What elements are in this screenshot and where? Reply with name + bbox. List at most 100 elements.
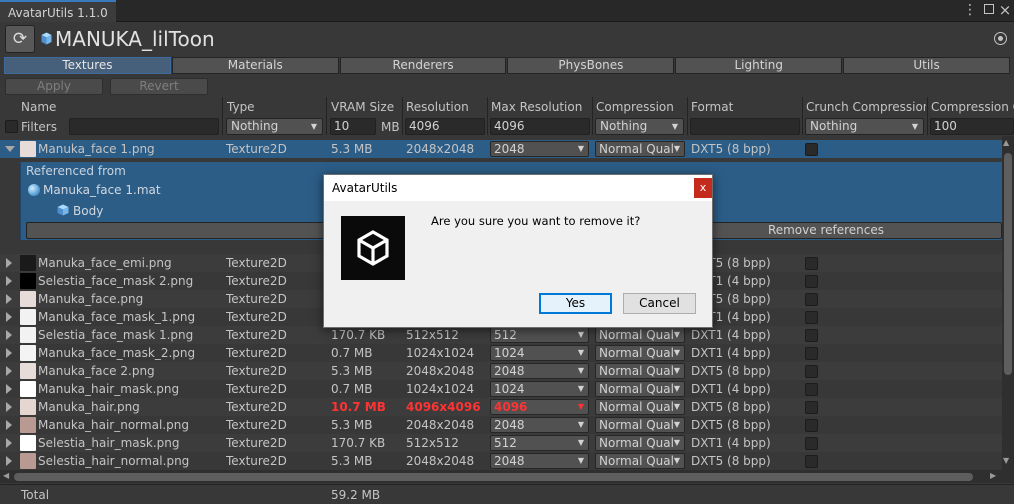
scroll-left-icon[interactable]: ◀ bbox=[3, 471, 9, 480]
table-row[interactable]: Manuka_hair_mask.png Texture2D 0.7 MB 1024x… bbox=[0, 380, 1002, 398]
column-header-crunch[interactable]: Crunch Compression bbox=[806, 99, 926, 115]
row-compression-dropdown[interactable]: Normal Qual ▼ bbox=[595, 141, 685, 157]
column-divider[interactable] bbox=[326, 97, 327, 135]
row-max-resolution-dropdown[interactable]: 2048 ▼ bbox=[490, 453, 589, 469]
row-max-resolution-dropdown[interactable]: 2048 ▼ bbox=[490, 417, 589, 433]
filter-vram-input[interactable]: 10 bbox=[330, 118, 376, 135]
filter-crunch-dropdown[interactable]: Nothing ▼ bbox=[805, 118, 924, 135]
row-compression-dropdown[interactable]: Normal Qual ▼ bbox=[595, 399, 685, 415]
horizontal-scroll-thumb[interactable] bbox=[14, 473, 973, 481]
row-crunch-checkbox[interactable] bbox=[805, 347, 818, 360]
maximize-icon[interactable] bbox=[984, 4, 994, 14]
row-max-resolution-dropdown[interactable]: 2048 ▼ bbox=[490, 141, 589, 157]
row-compression-dropdown[interactable]: Normal Qual ▼ bbox=[595, 327, 685, 343]
table-row[interactable]: Selestia_face_mask 1.png Texture2D 170.7 K… bbox=[0, 326, 1002, 344]
scroll-down-icon[interactable]: ▼ bbox=[1003, 456, 1009, 465]
expand-arrow-icon[interactable] bbox=[6, 366, 12, 376]
collapse-arrow-icon[interactable] bbox=[5, 146, 15, 152]
filter-compression-dropdown[interactable]: Nothing ▼ bbox=[595, 118, 684, 135]
table-row-selected[interactable]: Manuka_face 1.png Texture2D 5.3 MB 2048x… bbox=[0, 140, 1002, 158]
column-header-compression-quality[interactable]: Compression Q bbox=[931, 99, 1014, 115]
tab-utils[interactable]: Utils bbox=[843, 57, 1010, 74]
revert-button[interactable]: Revert bbox=[110, 78, 208, 95]
tab-lighting[interactable]: Lighting bbox=[675, 57, 843, 74]
expand-arrow-icon[interactable] bbox=[6, 438, 12, 448]
column-header-type[interactable]: Type bbox=[227, 99, 325, 115]
row-crunch-checkbox[interactable] bbox=[805, 419, 818, 432]
row-crunch-checkbox[interactable] bbox=[805, 329, 818, 342]
table-row[interactable]: Manuka_hair_normal.png Texture2D 5.3 MB 204… bbox=[0, 416, 1002, 434]
refresh-button[interactable]: ⟳ bbox=[5, 25, 35, 53]
dialog-close-icon[interactable]: x bbox=[694, 178, 712, 198]
row-compression-dropdown[interactable]: Normal Qual ▼ bbox=[595, 345, 685, 361]
column-divider[interactable] bbox=[687, 97, 688, 135]
row-compression-dropdown[interactable]: Normal Qual ▼ bbox=[595, 453, 685, 469]
table-row[interactable]: Selestia_hair_normal.png Texture2D 5.3 MB 2… bbox=[0, 452, 1002, 470]
filter-format-input[interactable] bbox=[690, 118, 800, 135]
row-compression-dropdown[interactable]: Normal Qual ▼ bbox=[595, 381, 685, 397]
tab-renderers[interactable]: Renderers bbox=[339, 57, 507, 74]
expand-arrow-icon[interactable] bbox=[6, 258, 12, 268]
row-max-resolution-dropdown[interactable]: 4096 ▼ bbox=[490, 399, 589, 415]
column-divider[interactable] bbox=[222, 97, 223, 135]
column-header-resolution[interactable]: Resolution bbox=[406, 99, 486, 115]
scroll-up-icon[interactable]: ▲ bbox=[1003, 138, 1009, 147]
row-max-resolution-dropdown[interactable]: 1024 ▼ bbox=[490, 345, 589, 361]
expand-arrow-icon[interactable] bbox=[6, 348, 12, 358]
column-divider[interactable] bbox=[927, 97, 928, 135]
filter-name-input[interactable] bbox=[69, 118, 219, 135]
tab-materials[interactable]: Materials bbox=[171, 57, 339, 74]
expand-arrow-icon[interactable] bbox=[6, 294, 12, 304]
row-crunch-checkbox[interactable] bbox=[805, 275, 818, 288]
window-tab[interactable]: AvatarUtils 1.1.0 bbox=[0, 0, 116, 22]
table-row[interactable]: Manuka_face_mask_2.png Texture2D 0.7 MB 102… bbox=[0, 344, 1002, 362]
tab-physbones[interactable]: PhysBones bbox=[507, 57, 675, 74]
select-all-checkbox[interactable] bbox=[5, 120, 18, 133]
filter-quality-input[interactable]: 100 bbox=[930, 118, 1014, 135]
expand-arrow-icon[interactable] bbox=[6, 456, 12, 466]
column-header-name[interactable]: Name bbox=[21, 99, 219, 115]
row-compression-dropdown[interactable]: Normal Qual ▼ bbox=[595, 363, 685, 379]
row-compression-dropdown[interactable]: Normal Qual ▼ bbox=[595, 435, 685, 451]
column-header-vram[interactable]: VRAM Size bbox=[331, 99, 401, 115]
table-row[interactable]: Manuka_hair.png Texture2D 10.7 MB 4096x4096… bbox=[0, 398, 1002, 416]
row-crunch-checkbox[interactable] bbox=[805, 311, 818, 324]
yes-button[interactable]: Yes bbox=[539, 293, 612, 314]
column-divider[interactable] bbox=[802, 97, 803, 135]
table-row[interactable]: Manuka_face 2.png Texture2D 5.3 MB 2048x204… bbox=[0, 362, 1002, 380]
row-compression-dropdown[interactable]: Normal Qual ▼ bbox=[595, 417, 685, 433]
row-max-resolution-dropdown[interactable]: 512 ▼ bbox=[490, 327, 589, 343]
apply-button[interactable]: Apply bbox=[5, 78, 103, 95]
row-crunch-checkbox[interactable] bbox=[805, 455, 818, 468]
vertical-scroll-thumb[interactable] bbox=[1004, 153, 1012, 375]
row-crunch-checkbox[interactable] bbox=[805, 293, 818, 306]
more-options-icon[interactable]: ⋮ bbox=[963, 1, 977, 19]
table-row[interactable]: Selestia_hair_mask.png Texture2D 170.7 KB 5… bbox=[0, 434, 1002, 452]
scroll-right-icon[interactable]: ▶ bbox=[990, 471, 996, 480]
column-divider[interactable] bbox=[402, 97, 403, 135]
expand-arrow-icon[interactable] bbox=[6, 312, 12, 322]
row-max-resolution-dropdown[interactable]: 512 ▼ bbox=[490, 435, 589, 451]
row-max-resolution-dropdown[interactable]: 1024 ▼ bbox=[490, 381, 589, 397]
column-header-max-resolution[interactable]: Max Resolution bbox=[491, 99, 591, 115]
avatar-name[interactable]: MANUKA_lilToon bbox=[55, 27, 215, 51]
expand-arrow-icon[interactable] bbox=[6, 330, 12, 340]
row-crunch-checkbox[interactable] bbox=[805, 257, 818, 270]
row-max-resolution-dropdown[interactable]: 2048 ▼ bbox=[490, 363, 589, 379]
column-divider[interactable] bbox=[487, 97, 488, 135]
row-crunch-checkbox[interactable] bbox=[805, 143, 818, 156]
filter-resolution-input[interactable]: 4096 bbox=[405, 118, 485, 135]
row-crunch-checkbox[interactable] bbox=[805, 383, 818, 396]
renderer-reference[interactable]: Body bbox=[73, 203, 103, 219]
object-picker-icon[interactable] bbox=[994, 32, 1007, 45]
column-header-compression[interactable]: Compression bbox=[596, 99, 686, 115]
expand-arrow-icon[interactable] bbox=[6, 420, 12, 430]
row-crunch-checkbox[interactable] bbox=[805, 401, 818, 414]
row-crunch-checkbox[interactable] bbox=[805, 437, 818, 450]
filter-type-dropdown[interactable]: Nothing ▼ bbox=[226, 118, 323, 135]
expand-arrow-icon[interactable] bbox=[6, 384, 12, 394]
material-reference[interactable]: Manuka_face 1.mat bbox=[43, 182, 161, 198]
expand-arrow-icon[interactable] bbox=[6, 402, 12, 412]
column-divider[interactable] bbox=[592, 97, 593, 135]
column-header-format[interactable]: Format bbox=[691, 99, 801, 115]
